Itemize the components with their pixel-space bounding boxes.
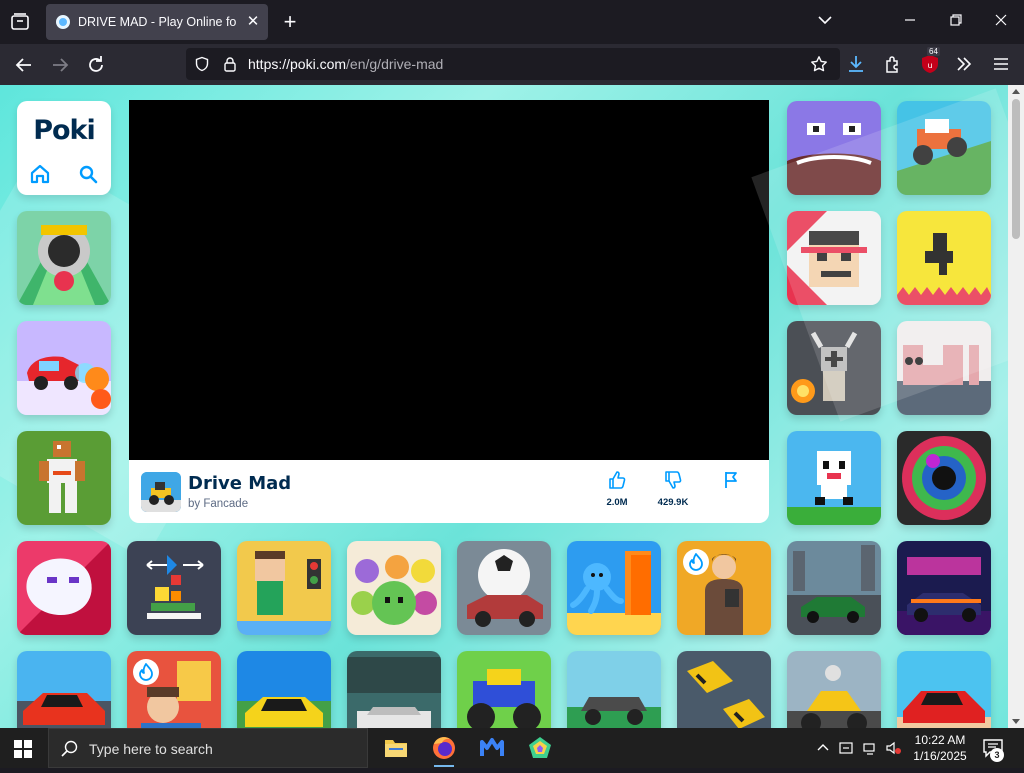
poki-logo[interactable]: Poki — [17, 115, 111, 146]
poki-favicon-icon — [56, 15, 70, 29]
scroll-down-arrow-icon[interactable] — [1012, 719, 1020, 724]
like-count: 2.0M — [606, 497, 628, 508]
poki-page: Poki Drive Mad by Fancade 2.0M 429.9K — [0, 85, 1008, 728]
minimize-icon[interactable] — [902, 12, 918, 32]
game-tile[interactable] — [17, 651, 111, 728]
game-title: Drive Mad — [188, 473, 292, 494]
reload-icon[interactable] — [84, 53, 108, 77]
game-tile[interactable] — [897, 211, 991, 305]
address-bar[interactable]: https://poki.com/en/g/drive-mad — [186, 48, 840, 80]
fire-icon — [133, 659, 159, 685]
game-tile[interactable] — [347, 651, 441, 728]
url-host: https://poki.com — [248, 56, 347, 72]
page-scrollbar[interactable] — [1008, 85, 1024, 728]
forward-arrow-icon[interactable] — [48, 53, 72, 77]
game-author: by Fancade — [188, 498, 249, 510]
scrollbar-thumb[interactable] — [1012, 99, 1020, 239]
back-arrow-icon[interactable] — [12, 53, 36, 77]
lock-icon[interactable] — [222, 56, 238, 72]
game-tile[interactable] — [127, 541, 221, 635]
clock-date: 1/16/2025 — [913, 749, 967, 763]
malwarebytes-icon[interactable] — [472, 728, 512, 768]
game-tile[interactable] — [677, 651, 771, 728]
active-tab[interactable]: DRIVE MAD - Play Online for Free ✕ — [46, 4, 268, 40]
shield-icon[interactable] — [194, 56, 210, 72]
game-tile[interactable] — [897, 651, 991, 728]
game-tile[interactable] — [567, 651, 661, 728]
svg-text:u: u — [927, 61, 932, 70]
windows-logo-icon[interactable] — [14, 740, 32, 758]
taskbar-search-placeholder: Type here to search — [89, 741, 213, 757]
close-window-icon[interactable] — [993, 12, 1009, 32]
volume-muted-icon[interactable] — [885, 740, 901, 756]
game-thumbnail — [141, 472, 181, 512]
url-path: /en/g/drive-mad — [346, 56, 444, 72]
download-icon[interactable] — [845, 53, 867, 75]
poki-logo-card[interactable]: Poki — [17, 101, 111, 195]
notification-count-badge: 3 — [990, 748, 1004, 762]
plus-icon[interactable]: + — [279, 11, 301, 33]
game-tile[interactable] — [457, 651, 551, 728]
game-tile[interactable] — [127, 651, 221, 728]
tab-list-icon[interactable] — [8, 10, 32, 34]
game-tile[interactable] — [897, 101, 991, 195]
system-clock[interactable]: 10:22 AM 1/16/2025 — [908, 732, 972, 764]
game-tile[interactable] — [897, 541, 991, 635]
home-icon[interactable] — [29, 164, 51, 184]
chevron-up-icon[interactable] — [815, 740, 831, 756]
thumbs-up-icon — [607, 470, 627, 490]
fire-icon — [683, 549, 709, 575]
search-icon[interactable] — [78, 164, 98, 184]
report-button[interactable] — [711, 470, 751, 514]
game-tile[interactable] — [347, 541, 441, 635]
extension-badge: 64 — [927, 47, 940, 56]
firefox-icon[interactable] — [424, 728, 464, 768]
url-text: https://poki.com/en/g/drive-mad — [248, 56, 443, 72]
security-tray-icon[interactable] — [838, 740, 854, 756]
game-tile[interactable] — [567, 541, 661, 635]
game-tile[interactable] — [457, 541, 551, 635]
game-tile[interactable] — [787, 211, 881, 305]
tab-bar: DRIVE MAD - Play Online for Free ✕ + — [0, 0, 1024, 44]
network-icon[interactable] — [862, 740, 878, 756]
game-tile[interactable] — [17, 321, 111, 415]
game-tile[interactable] — [237, 651, 331, 728]
navigation-bar: https://poki.com/en/g/drive-mad u 64 — [0, 44, 1024, 85]
tab-title: DRIVE MAD - Play Online for Free — [78, 15, 236, 29]
search-icon — [61, 740, 79, 758]
game-tile[interactable] — [17, 211, 111, 305]
menu-icon[interactable] — [990, 53, 1012, 75]
game-tile[interactable] — [787, 321, 881, 415]
game-tile[interactable] — [787, 431, 881, 525]
clock-time: 10:22 AM — [914, 733, 966, 747]
ublock-extension-icon[interactable]: u 64 — [919, 47, 941, 75]
game-info-bar: Drive Mad by Fancade 2.0M 429.9K — [129, 460, 769, 523]
game-tile[interactable] — [897, 321, 991, 415]
game-tile[interactable] — [677, 541, 771, 635]
game-tile[interactable] — [17, 541, 111, 635]
thumbs-down-icon — [663, 470, 683, 490]
game-tile[interactable] — [787, 101, 881, 195]
like-button[interactable]: 2.0M — [597, 470, 637, 514]
app-icon[interactable] — [520, 728, 560, 768]
game-tile[interactable] — [787, 541, 881, 635]
game-tile[interactable] — [897, 431, 991, 525]
taskbar-search[interactable]: Type here to search — [48, 728, 368, 768]
game-tile[interactable] — [17, 431, 111, 525]
dislike-button[interactable]: 429.9K — [653, 470, 693, 514]
star-icon[interactable] — [810, 55, 828, 73]
restore-icon[interactable] — [948, 12, 964, 32]
flag-icon — [721, 470, 741, 490]
file-explorer-icon[interactable] — [376, 728, 416, 768]
dislike-count: 429.9K — [657, 497, 689, 508]
windows-taskbar: Type here to search 10:22 AM 1/16/2025 3 — [0, 728, 1024, 768]
game-tile[interactable] — [237, 541, 331, 635]
overflow-icon[interactable] — [953, 53, 975, 75]
chevron-down-icon[interactable] — [817, 12, 833, 32]
close-icon[interactable]: ✕ — [244, 13, 262, 31]
extensions-icon[interactable] — [882, 53, 904, 75]
game-canvas[interactable] — [129, 100, 769, 460]
game-tile[interactable] — [787, 651, 881, 728]
scroll-up-arrow-icon[interactable] — [1012, 89, 1020, 94]
